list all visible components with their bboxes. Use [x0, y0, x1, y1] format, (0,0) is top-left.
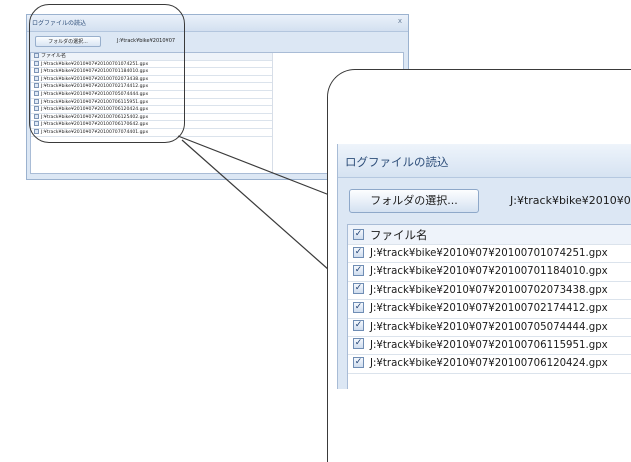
file-row[interactable]: J:¥track¥bike¥2010¥07¥20100706115951.gpx — [348, 337, 631, 356]
file-name: J:¥track¥bike¥2010¥07¥20100702174412.gpx — [41, 84, 149, 90]
file-row[interactable]: J:¥track¥bike¥2010¥07¥20100706120424.gpx — [31, 106, 272, 114]
file-row[interactable]: J:¥track¥bike¥2010¥07¥20100705074444.gpx — [348, 319, 631, 337]
file-name: J:¥track¥bike¥2010¥07¥20100706115951.gpx — [370, 339, 608, 351]
file-checkbox[interactable] — [34, 106, 39, 112]
file-row[interactable]: J:¥track¥bike¥2010¥07¥20100707074401.gpx — [31, 128, 272, 137]
file-name: J:¥track¥bike¥2010¥07¥20100705074444.gpx — [41, 91, 149, 97]
select-folder-button[interactable]: フォルダの選択... — [349, 189, 479, 213]
file-row[interactable]: J:¥track¥bike¥2010¥07¥20100701184010.gpx — [348, 263, 631, 282]
file-name: J:¥track¥bike¥2010¥07¥20100702073438.gpx — [41, 76, 149, 82]
column-header-filename: ファイル名 — [370, 228, 428, 242]
file-checkbox[interactable] — [34, 128, 39, 134]
file-checkbox[interactable] — [353, 320, 364, 332]
select-all-checkbox[interactable] — [34, 53, 39, 58]
file-name: J:¥track¥bike¥2010¥07¥20100706115951.gpx — [41, 99, 149, 105]
file-row[interactable]: J:¥track¥bike¥2010¥07¥20100702073438.gpx — [31, 75, 272, 84]
file-checkbox[interactable] — [353, 246, 364, 258]
file-row[interactable]: J:¥track¥bike¥2010¥07¥20100701074251.gpx — [31, 60, 272, 69]
file-name: J:¥track¥bike¥2010¥07¥20100707074401.gpx — [41, 129, 149, 135]
column-header-filename: ファイル名 — [41, 53, 67, 59]
file-checkbox[interactable] — [34, 83, 39, 89]
file-checkbox[interactable] — [353, 301, 364, 313]
file-row[interactable]: J:¥track¥bike¥2010¥07¥20100701184010.gpx — [31, 68, 272, 76]
folder-path: J:¥track¥bike¥2010¥07 — [117, 38, 176, 44]
file-name: J:¥track¥bike¥2010¥07¥20100706125402.gpx — [41, 114, 149, 120]
file-checkbox[interactable] — [353, 264, 364, 276]
file-row[interactable]: J:¥track¥bike¥2010¥07¥20100702073438.gpx — [348, 282, 631, 301]
file-checkbox[interactable] — [353, 338, 364, 350]
file-checkbox[interactable] — [34, 113, 39, 119]
file-name: J:¥track¥bike¥2010¥07¥20100706120424.gpx — [41, 107, 149, 113]
file-name: J:¥track¥bike¥2010¥07¥20100701074251.gpx — [41, 61, 149, 67]
file-row[interactable]: J:¥track¥bike¥2010¥07¥20100706120424.gpx — [348, 355, 631, 374]
file-checkbox[interactable] — [34, 90, 39, 96]
dialog-magnified: ログファイルの読込 フォルダの選択... J:¥track¥bike¥2010¥… — [337, 144, 631, 389]
file-row[interactable]: J:¥track¥bike¥2010¥07¥20100705074444.gpx — [31, 90, 272, 99]
file-name: J:¥track¥bike¥2010¥07¥20100705074444.gpx — [370, 321, 608, 333]
file-row[interactable]: J:¥track¥bike¥2010¥07¥20100702174412.gpx — [348, 300, 631, 319]
file-checkbox[interactable] — [34, 75, 39, 81]
file-list-header[interactable]: ファイル名 — [348, 225, 631, 245]
file-checkbox[interactable] — [34, 98, 39, 104]
file-list-header[interactable]: ファイル名 — [31, 53, 272, 61]
file-checkbox[interactable] — [34, 68, 39, 74]
column-divider — [272, 53, 273, 173]
select-folder-button[interactable]: フォルダの選択... — [35, 36, 101, 47]
file-name: J:¥track¥bike¥2010¥07¥20100701074251.gpx — [370, 248, 608, 259]
file-list: ファイル名 J:¥track¥bike¥2010¥07¥201007010742… — [347, 224, 631, 389]
file-name: J:¥track¥bike¥2010¥07¥20100706120424.gpx — [370, 358, 608, 370]
file-checkbox[interactable] — [353, 283, 364, 295]
file-row[interactable]: J:¥track¥bike¥2010¥07¥20100701074251.gpx — [348, 245, 631, 264]
dialog-toolbar: フォルダの選択... J:¥track¥bike¥2010¥0 — [338, 178, 631, 218]
file-name: J:¥track¥bike¥2010¥07¥20100701184010.gpx — [41, 69, 149, 75]
folder-path: J:¥track¥bike¥2010¥0 — [510, 194, 631, 207]
dialog-title: ログファイルの読込 — [32, 20, 87, 27]
dialog-title-bar: ログファイルの読込 — [338, 144, 631, 178]
close-icon[interactable]: x — [398, 17, 402, 25]
file-checkbox[interactable] — [34, 121, 39, 127]
file-checkbox[interactable] — [34, 60, 39, 66]
magnified-callout: ログファイルの読込 フォルダの選択... J:¥track¥bike¥2010¥… — [327, 69, 631, 462]
dialog-title-bar: ログファイルの読込 x — [27, 15, 408, 32]
file-name: J:¥track¥bike¥2010¥07¥20100702174412.gpx — [370, 303, 608, 315]
file-row[interactable]: J:¥track¥bike¥2010¥07¥20100706115951.gpx — [31, 98, 272, 107]
file-row[interactable]: J:¥track¥bike¥2010¥07¥20100706125402.gpx — [31, 113, 272, 122]
file-name: J:¥track¥bike¥2010¥07¥20100706170642.gpx — [41, 122, 149, 128]
file-checkbox[interactable] — [353, 356, 364, 368]
dialog-title: ログファイルの読込 — [345, 155, 449, 169]
file-row[interactable]: J:¥track¥bike¥2010¥07¥20100702174412.gpx — [31, 83, 272, 91]
file-row[interactable]: J:¥track¥bike¥2010¥07¥20100706170642.gpx — [31, 121, 272, 129]
file-name: J:¥track¥bike¥2010¥07¥20100702073438.gpx — [370, 284, 608, 296]
select-all-checkbox[interactable] — [353, 229, 364, 240]
file-name: J:¥track¥bike¥2010¥07¥20100701184010.gpx — [370, 266, 608, 278]
dialog-toolbar: フォルダの選択... J:¥track¥bike¥2010¥07 — [27, 32, 408, 50]
